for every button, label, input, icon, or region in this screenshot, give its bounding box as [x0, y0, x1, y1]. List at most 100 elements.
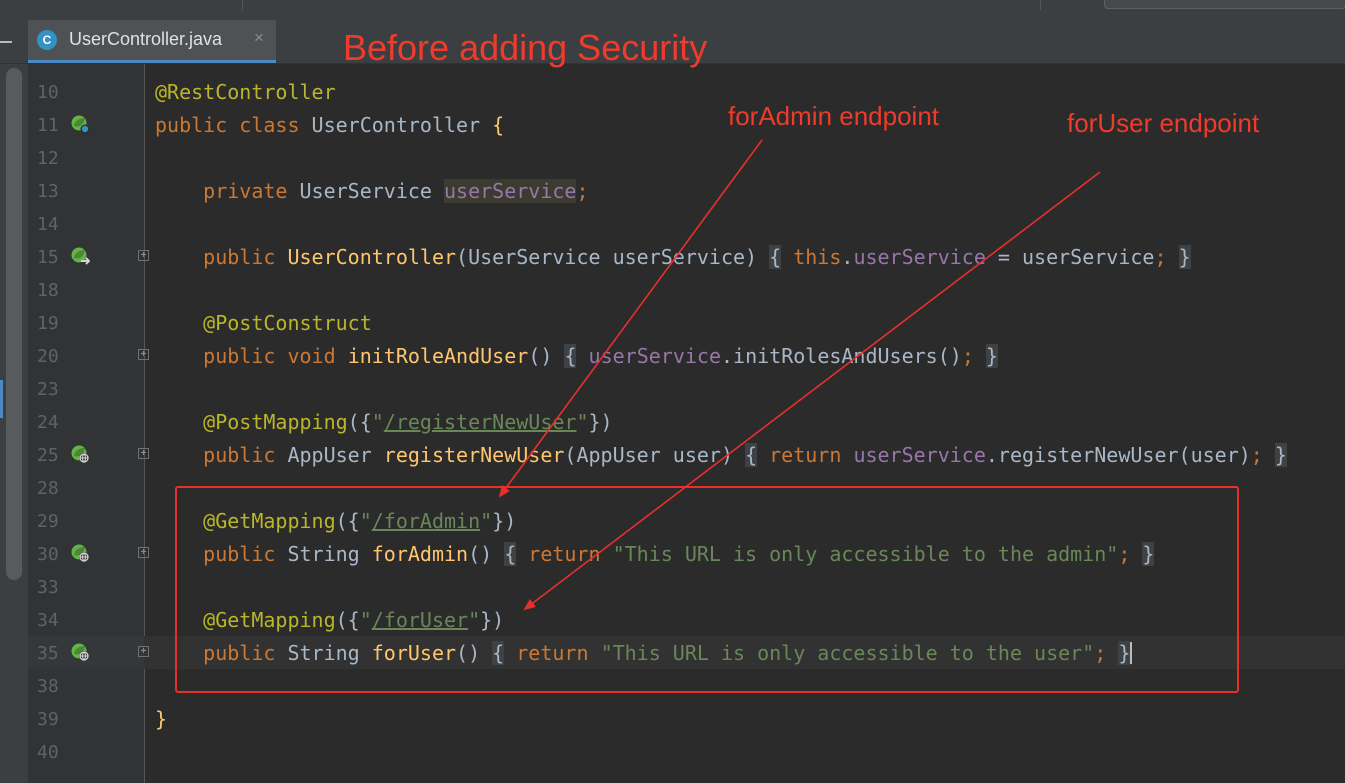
code-text: private UserService userService; — [155, 179, 589, 203]
code-line[interactable]: 38 — [28, 669, 1345, 702]
fold-icon[interactable]: + — [138, 448, 149, 459]
text-token: }) — [588, 410, 613, 434]
code-text: public class UserController { — [155, 113, 504, 137]
string-token: "This URL is only accessible to the admi… — [612, 542, 1119, 566]
brace-token: { — [492, 641, 505, 665]
code-line[interactable]: 24 @PostMapping({"/registerNewUser"}) — [28, 405, 1345, 438]
web-endpoint-icon[interactable] — [70, 543, 90, 563]
string-token: " — [468, 608, 481, 632]
line-number: 24 — [37, 412, 59, 433]
url-link[interactable]: /registerNewUser — [384, 410, 577, 434]
keyword-token: public — [155, 113, 228, 137]
method-token: initRoleAndUser — [347, 344, 529, 368]
code-line[interactable]: 10 @RestController — [28, 75, 1345, 108]
string-token: " — [576, 410, 589, 434]
minimize-icon[interactable] — [0, 41, 12, 43]
code-line[interactable]: 29 @GetMapping({"/forAdmin"}) — [28, 504, 1345, 537]
annotation-foradmin-label: forAdmin endpoint — [728, 101, 940, 131]
url-link[interactable]: /forAdmin — [372, 509, 480, 533]
brace-token: { — [564, 344, 577, 368]
field-token: userService — [444, 179, 577, 203]
code-line[interactable]: 13 private UserService userService; — [28, 174, 1345, 207]
code-line[interactable]: 23 — [28, 372, 1345, 405]
keyword-token: this — [793, 245, 842, 269]
field-token: userService — [853, 443, 986, 467]
line-number: 19 — [37, 313, 59, 334]
web-endpoint-icon[interactable] — [70, 642, 90, 662]
vertical-scrollbar[interactable] — [6, 68, 22, 580]
spring-bean-icon[interactable] — [70, 114, 90, 134]
url-link[interactable]: /forUser — [372, 608, 468, 632]
code-line[interactable]: 14 — [28, 207, 1345, 240]
brace-token: } — [1178, 245, 1191, 269]
line-number: 30 — [37, 544, 59, 565]
run-config-field[interactable] — [1104, 0, 1345, 9]
field-token: userService — [588, 344, 721, 368]
code-line[interactable]: 28 — [28, 471, 1345, 504]
fold-icon[interactable]: + — [138, 349, 149, 360]
string-token: "This URL is only accessible to the user… — [600, 641, 1095, 665]
line-number: 11 — [37, 115, 59, 136]
brace-token: } — [1274, 443, 1287, 467]
code-line-current[interactable]: 35 + public String forUser() { return "T… — [28, 636, 1345, 669]
text-token: () — [456, 641, 493, 665]
code-line[interactable]: 20 + public void initRoleAndUser() { use… — [28, 339, 1345, 372]
string-token: " — [371, 410, 384, 434]
code-text: } — [155, 707, 167, 731]
spring-bean-icon[interactable] — [70, 246, 90, 266]
fold-icon[interactable]: + — [138, 250, 149, 261]
method-token: forAdmin — [371, 542, 469, 566]
code-line[interactable]: 19 @PostConstruct — [28, 306, 1345, 339]
keyword-token: public — [203, 443, 276, 467]
code-text: @RestController — [155, 80, 336, 104]
code-line[interactable]: 15 + public UserController(UserService u… — [28, 240, 1345, 273]
text-token: }) — [492, 509, 517, 533]
close-icon[interactable]: × — [254, 28, 264, 48]
code-text: @GetMapping({"/forAdmin"}) — [155, 509, 516, 533]
text-caret — [1130, 642, 1133, 664]
punct-token: ; — [576, 179, 589, 203]
left-tool-strip — [0, 64, 28, 783]
text-token: UserService — [287, 179, 445, 203]
code-line[interactable]: 25 + public AppUser registerNewUser(AppU… — [28, 438, 1345, 471]
annotation-token: @PostConstruct — [203, 311, 372, 335]
keyword-token: return — [528, 542, 601, 566]
code-line[interactable]: 33 — [28, 570, 1345, 603]
code-line[interactable]: 34 @GetMapping({"/forUser"}) — [28, 603, 1345, 636]
code-line[interactable]: 18 — [28, 273, 1345, 306]
code-line[interactable]: 39 } — [28, 702, 1345, 735]
code-text: public String forAdmin() { return "This … — [155, 542, 1155, 566]
brace-token: { — [745, 443, 758, 467]
annotation-title: Before adding Security — [343, 27, 708, 68]
fold-icon[interactable]: + — [138, 547, 149, 558]
web-endpoint-icon[interactable] — [70, 444, 90, 464]
punct-token: ; — [1118, 542, 1131, 566]
keyword-token: return — [516, 641, 589, 665]
code-text: @GetMapping({"/forUser"}) — [155, 608, 504, 632]
code-line[interactable]: 30 + public String forAdmin() { return "… — [28, 537, 1345, 570]
text-token: String — [275, 641, 372, 665]
fold-icon[interactable]: + — [138, 646, 149, 657]
annotation-token: @RestController — [155, 80, 336, 104]
tab-usercontroller[interactable]: C UserController.java × — [28, 20, 276, 63]
code-line[interactable]: 12 — [28, 141, 1345, 174]
line-number: 33 — [37, 577, 59, 598]
text-token: .initRolesAndUsers() — [720, 344, 962, 368]
code-line[interactable]: 40 — [28, 735, 1345, 768]
annotation-token: @PostMapping — [203, 410, 348, 434]
code-text: public UserController(UserService userSe… — [155, 245, 1191, 269]
keyword-token: void — [287, 344, 336, 368]
text-token: ({ — [347, 410, 372, 434]
